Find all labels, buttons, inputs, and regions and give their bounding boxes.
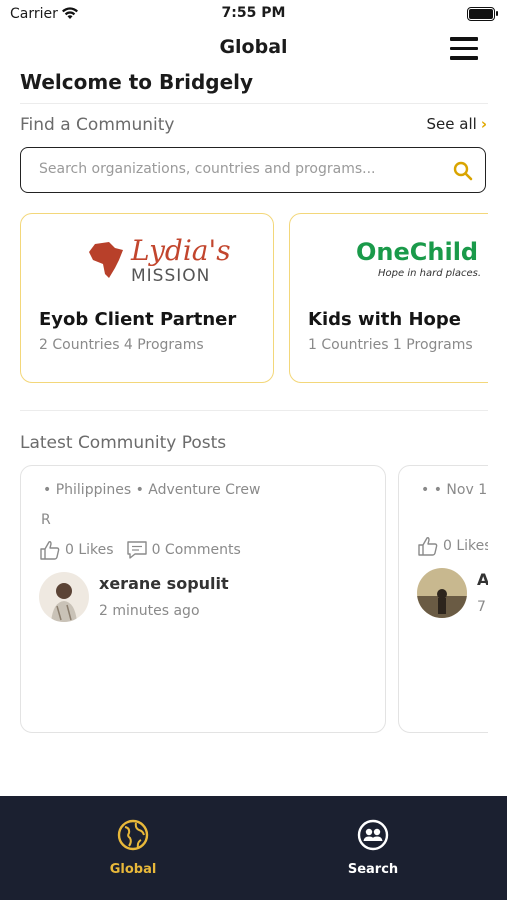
post-author[interactable]: xerane sopulit (99, 574, 229, 593)
battery-icon (467, 7, 498, 21)
lydias-mission-logo: Lydia's MISSION (21, 234, 273, 294)
logo-subtitle: Hope in hard places. (378, 268, 482, 279)
globe-icon (117, 819, 149, 851)
comment-icon[interactable] (126, 540, 148, 560)
divider (20, 410, 488, 411)
post-time: 7 (477, 599, 486, 615)
post-meta: • Philippines • Adventure Crew (43, 482, 261, 498)
tab-label: Global (109, 862, 157, 877)
find-community-title: Find a Community (20, 115, 175, 135)
logo-title: Lydia's (131, 234, 231, 267)
avatar[interactable] (39, 572, 89, 622)
post-meta: • • Nov 16 (421, 482, 488, 498)
posts-carousel[interactable]: • Philippines • Adventure Crew R 0 Likes… (20, 465, 488, 735)
logo-subtitle: MISSION (131, 266, 211, 286)
search-icon[interactable] (453, 161, 473, 181)
tab-bar: Global Search (0, 796, 507, 900)
community-carousel[interactable]: Lydia's MISSION Eyob Client Partner 2 Co… (20, 213, 488, 385)
welcome-heading: Welcome to Bridgely (20, 70, 254, 94)
chevron-right-icon: › (480, 115, 487, 133)
post-card[interactable]: • • Nov 16 0 Likes A 7 (398, 465, 488, 733)
page-title: Global (219, 36, 288, 58)
status-time: 7:55 PM (221, 5, 286, 21)
tab-label: Search (347, 862, 399, 877)
post-card[interactable]: • Philippines • Adventure Crew R 0 Likes… (20, 465, 386, 733)
africa-icon (89, 242, 123, 278)
community-name: Kids with Hope (308, 309, 461, 330)
thumbs-up-icon[interactable] (39, 540, 61, 560)
see-all-label: See all (426, 115, 477, 133)
post-body: R (41, 512, 51, 528)
logo-title: OneChild (356, 238, 479, 266)
tab-search[interactable]: Search (313, 818, 433, 877)
post-author[interactable]: A (477, 570, 488, 589)
post-reactions: 0 Likes (417, 536, 488, 556)
likes-count: 0 Likes (65, 542, 114, 558)
avatar[interactable] (417, 568, 467, 618)
likes-count: 0 Likes (443, 538, 488, 554)
onechild-logo: OneChild Hope in hard places. (290, 234, 488, 294)
thumbs-up-icon[interactable] (417, 536, 439, 556)
people-search-icon (357, 819, 389, 851)
see-all-link[interactable]: See all › (427, 115, 487, 133)
search-bar[interactable] (20, 147, 486, 193)
comments-count: 0 Comments (151, 542, 241, 558)
community-card[interactable]: Lydia's MISSION Eyob Client Partner 2 Co… (20, 213, 274, 383)
community-name: Eyob Client Partner (39, 309, 237, 330)
tab-global[interactable]: Global (73, 818, 193, 877)
community-card[interactable]: OneChild Hope in hard places. Kids with … (289, 213, 488, 383)
divider (20, 103, 488, 104)
hamburger-menu-icon[interactable] (450, 37, 478, 60)
community-stats: 2 Countries 4 Programs (39, 337, 204, 353)
post-reactions: 0 Likes 0 Comments (39, 540, 241, 560)
post-time: 2 minutes ago (99, 603, 200, 619)
community-stats: 1 Countries 1 Programs (308, 337, 473, 353)
latest-posts-title: Latest Community Posts (20, 433, 227, 453)
status-bar: Carrier 7:55 PM (0, 0, 507, 28)
search-input[interactable] (37, 160, 441, 178)
